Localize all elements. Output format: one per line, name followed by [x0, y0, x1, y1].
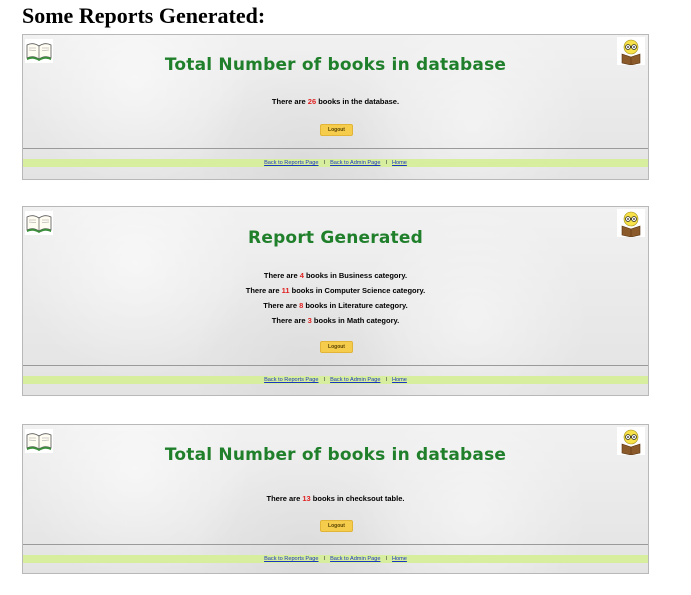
report-title: Report Generated	[248, 228, 423, 248]
divider	[23, 365, 648, 366]
separator: I	[385, 556, 387, 562]
home-link[interactable]: Home	[392, 377, 407, 383]
separator: I	[385, 160, 387, 166]
report-message: There are 8 books in Literature category…	[263, 301, 408, 310]
logout-button[interactable]: Logout	[320, 341, 353, 353]
report-panel-total-books: Total Number of books in database There …	[22, 34, 649, 180]
logout-button[interactable]: Logout	[320, 124, 353, 136]
report-panel-category: Report Generated There are 4 books in Bu…	[22, 206, 649, 396]
report-message: There are 4 books in Business category.	[263, 271, 408, 280]
footer-nav: Back to Reports Page I Back to Admin Page I…	[23, 159, 648, 167]
book-count: 11	[281, 286, 290, 295]
divider	[23, 148, 648, 149]
back-to-reports-link[interactable]: Back to Reports Page	[264, 556, 318, 562]
separator: I	[323, 377, 326, 383]
back-to-admin-link[interactable]: Back to Admin Page	[330, 556, 380, 562]
report-panel-checkout: Total Number of books in database There …	[22, 424, 649, 574]
footer-nav: Back to Reports Page I Back to Admin Page I…	[23, 555, 648, 563]
back-to-admin-link[interactable]: Back to Admin Page	[330, 377, 380, 383]
back-to-admin-link[interactable]: Back to Admin Page	[330, 160, 380, 166]
report-title: Total Number of books in database	[164, 55, 507, 75]
home-link[interactable]: Home	[392, 160, 407, 166]
report-message: There are 3 books in Math category.	[271, 316, 400, 325]
report-message: There are 13 books in checksout table.	[266, 494, 405, 503]
report-message: There are 11 books in Computer Science c…	[245, 286, 426, 295]
divider	[23, 544, 648, 545]
page-title: Some Reports Generated:	[22, 3, 266, 28]
back-to-reports-link[interactable]: Back to Reports Page	[264, 377, 318, 383]
book-count: 26	[307, 97, 317, 106]
separator: I	[323, 160, 326, 166]
logout-button[interactable]: Logout	[320, 520, 353, 532]
separator: I	[323, 556, 326, 562]
report-title: Total Number of books in database	[164, 445, 507, 465]
report-message: There are 26 books in the database.	[271, 97, 400, 106]
home-link[interactable]: Home	[392, 556, 407, 562]
back-to-reports-link[interactable]: Back to Reports Page	[264, 160, 318, 166]
book-count: 13	[302, 494, 311, 503]
footer-nav: Back to Reports Page I Back to Admin Page I…	[23, 376, 648, 384]
separator: I	[385, 377, 387, 383]
